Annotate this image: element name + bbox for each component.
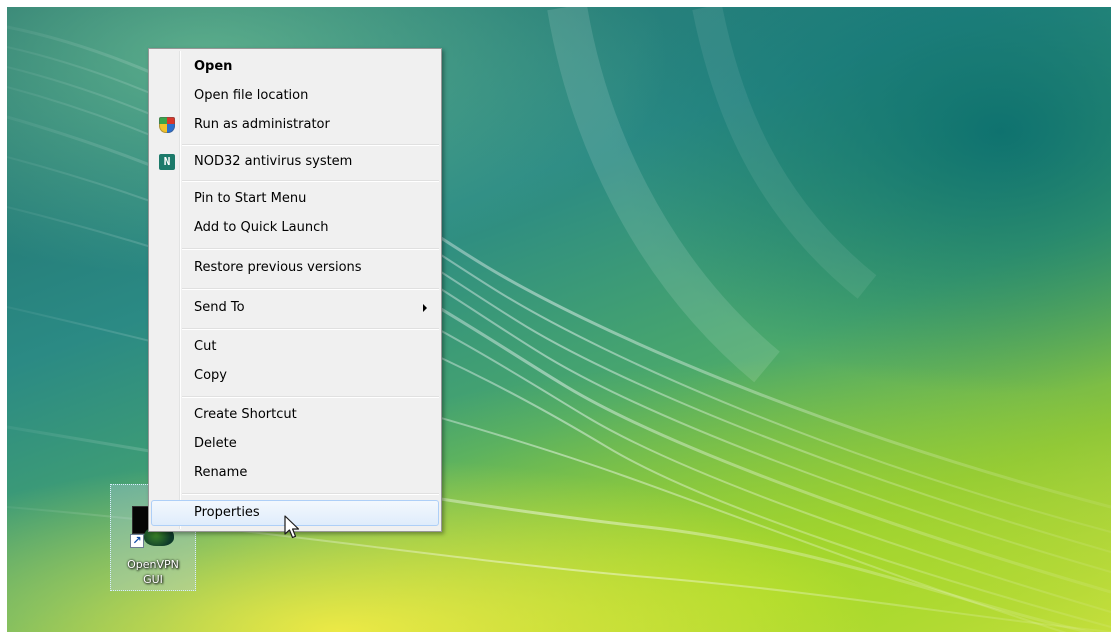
submenu-arrow-icon: [423, 304, 427, 312]
menu-item-label: Rename: [194, 465, 248, 480]
menu-item-label: Create Shortcut: [194, 407, 297, 422]
menu-item-open[interactable]: Open: [151, 54, 439, 80]
menu-item-restore-previous-versions[interactable]: Restore previous versions: [151, 255, 439, 281]
menu-item-add-to-quick-launch[interactable]: Add to Quick Launch: [151, 215, 439, 241]
uac-shield-icon: [159, 117, 175, 133]
menu-item-label: NOD32 antivirus system: [194, 154, 353, 169]
menu-item-label: Copy: [194, 368, 227, 383]
menu-item-label: Send To: [194, 300, 245, 315]
menu-item-label: Pin to Start Menu: [194, 191, 307, 206]
menu-item-label: Delete: [194, 436, 237, 451]
menu-separator: [182, 144, 439, 146]
menu-item-nod32-antivirus[interactable]: N NOD32 antivirus system: [151, 149, 439, 175]
menu-item-label: Properties: [194, 505, 260, 520]
menu-item-open-file-location[interactable]: Open file location: [151, 83, 439, 109]
menu-item-label: Open file location: [194, 88, 309, 103]
menu-item-label: Cut: [194, 339, 217, 354]
menu-item-delete[interactable]: Delete: [151, 431, 439, 457]
menu-separator: [182, 288, 439, 290]
menu-item-rename[interactable]: Rename: [151, 460, 439, 486]
menu-separator: [182, 328, 439, 330]
menu-item-copy[interactable]: Copy: [151, 363, 439, 389]
menu-separator: [182, 248, 439, 250]
nod32-icon: N: [159, 154, 175, 170]
menu-item-label: Add to Quick Launch: [194, 220, 329, 235]
context-menu: Open Open file location Run as administr…: [148, 48, 442, 532]
menu-separator: [182, 180, 439, 182]
menu-item-cut[interactable]: Cut: [151, 334, 439, 360]
mouse-pointer-icon: [284, 515, 300, 539]
shortcut-arrow-icon: ↗: [130, 534, 144, 548]
menu-item-run-as-administrator[interactable]: Run as administrator: [151, 112, 439, 138]
menu-item-pin-to-start-menu[interactable]: Pin to Start Menu: [151, 186, 439, 212]
desktop-icon-label: OpenVPN GUI: [111, 557, 195, 587]
menu-item-create-shortcut[interactable]: Create Shortcut: [151, 402, 439, 428]
menu-item-label: Open: [194, 59, 233, 74]
menu-item-label: Run as administrator: [194, 117, 330, 132]
desktop-icon-label-line2: GUI: [143, 573, 163, 586]
menu-separator: [182, 493, 439, 495]
menu-item-label: Restore previous versions: [194, 260, 362, 275]
menu-item-send-to[interactable]: Send To: [151, 295, 439, 321]
desktop-icon-label-line1: OpenVPN: [127, 558, 179, 571]
menu-separator: [182, 396, 439, 398]
